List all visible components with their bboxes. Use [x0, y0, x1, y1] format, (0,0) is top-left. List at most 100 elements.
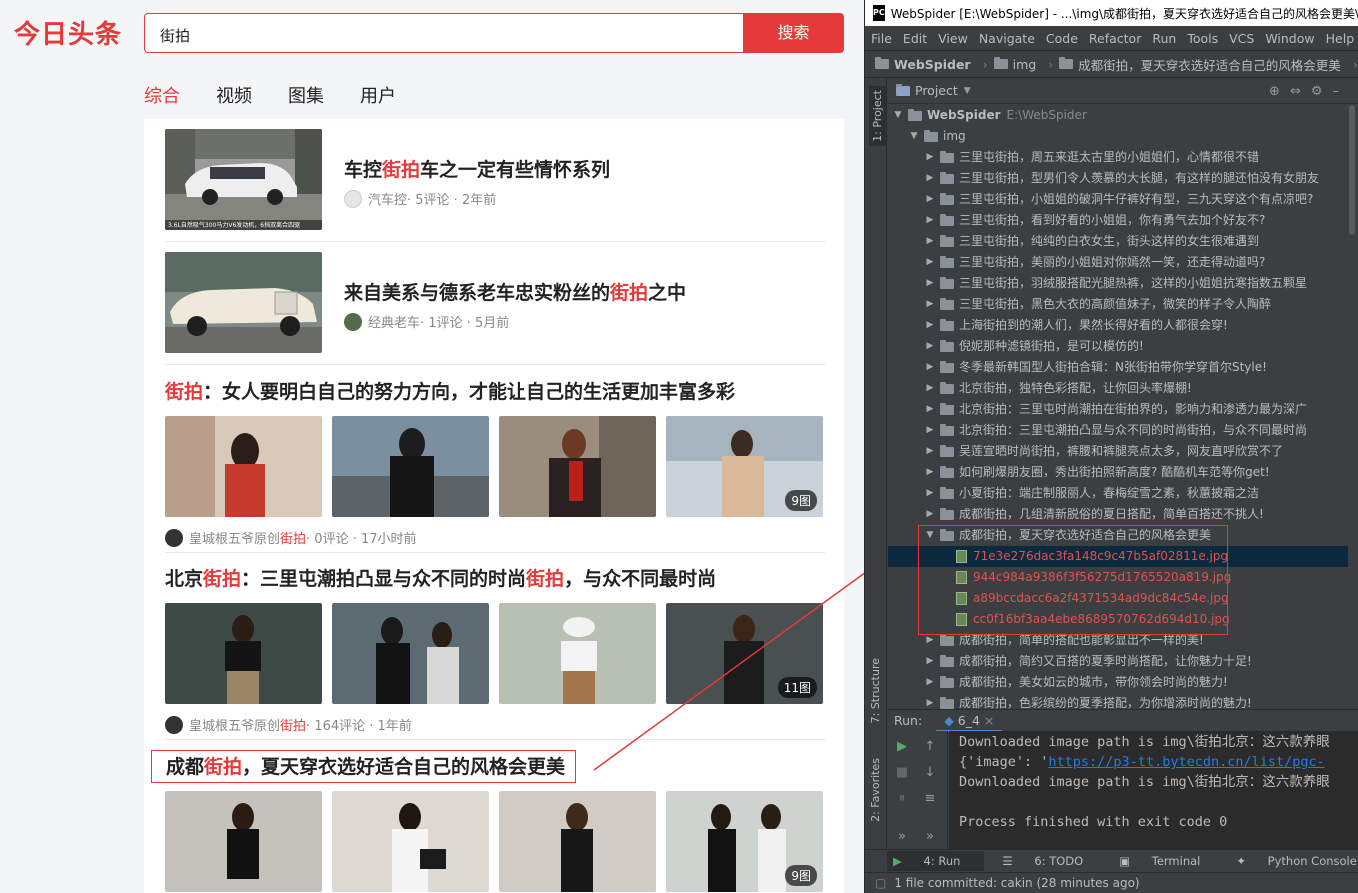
- expand-arrow-icon[interactable]: ▶: [924, 462, 936, 483]
- expand-arrow-icon[interactable]: ▶: [924, 294, 936, 315]
- avatar[interactable]: [344, 312, 362, 331]
- tab-run[interactable]: ▶ 4: Run: [887, 851, 985, 871]
- tree-folder[interactable]: ▶ 成都街拍，几组清新脱俗的夏日搭配，简单百搭还不挑人!: [888, 504, 1348, 525]
- author-name[interactable]: 经典老车: [368, 312, 420, 331]
- gallery-image[interactable]: [165, 791, 322, 892]
- tree-folder[interactable]: ▶ 三里屯街拍，小姐姐的破洞牛仔裤好有型，三九天穿这个有点凉吧?: [888, 189, 1348, 210]
- more-icon[interactable]: »: [922, 829, 938, 845]
- gallery-image[interactable]: [499, 603, 656, 704]
- expand-arrow-icon[interactable]: ▶: [924, 336, 936, 357]
- tree-folder[interactable]: ▶ 倪妮那种滤镜街拍，是可以模仿的!: [888, 336, 1348, 357]
- tree-folder[interactable]: ▶ 三里屯街拍，看到好看的小姐姐，你有勇气去加个好友不?: [888, 210, 1348, 231]
- expand-arrow-icon[interactable]: ▶: [924, 483, 936, 504]
- article-thumbnail[interactable]: [165, 252, 322, 353]
- tab-gallery[interactable]: 图集: [288, 82, 324, 108]
- tree-folder[interactable]: ▶ 三里屯街拍，羽绒服搭配光腿热裤，这样的小姐姐抗寒指数五颗星: [888, 273, 1348, 294]
- avatar[interactable]: [344, 189, 362, 208]
- run-config-tab[interactable]: ◆ 6_4 ×: [936, 710, 1003, 732]
- author-name[interactable]: 汽车控: [368, 189, 407, 208]
- rerun-icon[interactable]: ▶: [894, 739, 910, 755]
- tab-python-console[interactable]: ✦ Python Console: [1236, 854, 1358, 868]
- menu-navigate[interactable]: Navigate: [979, 31, 1035, 46]
- run-console[interactable]: Downloaded image path is img\街拍北京：这六款养眼 …: [949, 731, 1358, 849]
- tree-scrollbar[interactable]: [1349, 105, 1357, 709]
- tab-users[interactable]: 用户: [360, 82, 396, 108]
- expand-arrow-icon[interactable]: ▶: [924, 168, 936, 189]
- menu-edit[interactable]: Edit: [903, 31, 927, 46]
- gallery-image[interactable]: [165, 416, 322, 517]
- expand-arrow-icon[interactable]: ▶: [924, 693, 936, 709]
- tree-folder[interactable]: ▶ 北京街拍：三里屯时尚潮拍在街拍界的，影响力和渗透力最为深广: [888, 399, 1348, 420]
- menu-run[interactable]: Run: [1152, 31, 1176, 46]
- soft-wrap-icon[interactable]: ≡: [922, 791, 938, 807]
- menu-code[interactable]: Code: [1046, 31, 1078, 46]
- gallery-image[interactable]: [165, 603, 322, 704]
- project-view-selector[interactable]: Project: [915, 83, 958, 98]
- tree-root[interactable]: ▼ WebSpider E:\WebSpider: [888, 105, 1348, 126]
- gallery-title[interactable]: 街拍：女人要明白自己的努力方向，才能让自己的生活更加丰富多彩: [165, 377, 825, 404]
- tab-video[interactable]: 视频: [216, 82, 252, 108]
- breadcrumb-item[interactable]: WebSpider: [875, 57, 971, 72]
- panel-toolbar-icons[interactable]: ⊕⇔⚙–: [1269, 84, 1349, 99]
- article-title[interactable]: 车控街拍车之一定有些情怀系列: [344, 155, 610, 182]
- expand-arrow-icon[interactable]: ▶: [924, 357, 936, 378]
- expand-arrow-icon[interactable]: ▶: [924, 378, 936, 399]
- expand-arrow-icon[interactable]: ▶: [924, 651, 936, 672]
- avatar[interactable]: [165, 528, 183, 547]
- gallery-image[interactable]: 11图: [666, 603, 823, 704]
- menu-file[interactable]: File: [871, 31, 892, 46]
- tree-folder[interactable]: ▶ 三里屯街拍，型男们令人羡慕的大长腿，有这样的腿还怕没有女朋友: [888, 168, 1348, 189]
- expand-arrow-icon[interactable]: ▶: [924, 231, 936, 252]
- pause-icon[interactable]: ⏸: [894, 791, 910, 807]
- tree-folder-img[interactable]: ▼ img: [888, 126, 1348, 147]
- expand-arrow-icon[interactable]: ▼: [908, 126, 920, 147]
- menu-tools[interactable]: Tools: [1187, 31, 1218, 46]
- dropdown-icon[interactable]: ▼: [964, 86, 971, 96]
- menu-help[interactable]: Help: [1326, 31, 1355, 46]
- more-icon[interactable]: »: [894, 829, 910, 845]
- expand-arrow-icon[interactable]: ▶: [924, 252, 936, 273]
- tree-folder[interactable]: ▶ 成都街拍，色彩缤纷的夏季搭配，为你增添时尚的魅力!: [888, 693, 1348, 709]
- avatar[interactable]: [165, 715, 183, 734]
- site-logo[interactable]: 今日头条: [14, 14, 122, 51]
- tree-folder[interactable]: ▶ 三里屯街拍，周五来逛太古里的小姐姐们，心情都很不错: [888, 147, 1348, 168]
- expand-arrow-icon[interactable]: ▶: [924, 210, 936, 231]
- tree-folder[interactable]: ▶ 成都街拍，简约又百搭的夏季时尚搭配，让你魅力十足!: [888, 651, 1348, 672]
- gallery-image[interactable]: 9图: [666, 791, 823, 892]
- tree-folder[interactable]: ▶ 上海街拍到的潮人们，果然长得好看的人都很会穿!: [888, 315, 1348, 336]
- close-icon[interactable]: ×: [984, 713, 994, 728]
- expand-arrow-icon[interactable]: ▶: [924, 147, 936, 168]
- search-input[interactable]: 街拍: [144, 13, 744, 53]
- gallery-image[interactable]: [499, 791, 656, 892]
- gallery-item[interactable]: 北京街拍：三里屯潮拍凸显与众不同的时尚街拍，与众不同最时尚 11图 皇城根五爷原…: [165, 564, 825, 734]
- down-arrow-icon[interactable]: ↓: [922, 765, 938, 781]
- menu-vcs[interactable]: VCS: [1229, 31, 1254, 46]
- expand-arrow-icon[interactable]: ▶: [924, 399, 936, 420]
- menu-view[interactable]: View: [938, 31, 968, 46]
- project-tool-button[interactable]: 1: Project: [869, 86, 886, 146]
- tree-folder[interactable]: ▶ 北京街拍：三里屯潮拍凸显与众不同的时尚街拍，与众不同最时尚: [888, 420, 1348, 441]
- menu-window[interactable]: Window: [1265, 31, 1314, 46]
- tree-folder[interactable]: ▶ 三里屯街拍，纯纯的白衣女生，街头这样的女生很难遇到: [888, 231, 1348, 252]
- menu-refactor[interactable]: Refactor: [1089, 31, 1141, 46]
- favorites-tool-button[interactable]: 2: Favorites: [869, 758, 882, 822]
- console-link[interactable]: https://p3-tt.bytecdn.cn/list/pgc-: [1048, 754, 1324, 770]
- author-name[interactable]: 皇城根五爷原创: [189, 715, 280, 734]
- tree-folder[interactable]: ▶ 三里屯街拍，美丽的小姐姐对你嫣然一笑，还走得动道吗?: [888, 252, 1348, 273]
- gallery-title[interactable]: 成都街拍，夏天穿衣选好适合自己的风格会更美: [151, 750, 825, 783]
- breadcrumb-item[interactable]: 成都街拍，夏天穿衣选好适合自己的风格会更美: [1059, 55, 1341, 74]
- tree-folder[interactable]: ▶ 冬季最新韩国型人街拍合辑：N张街拍带你学穿首尔Style!: [888, 357, 1348, 378]
- article-title[interactable]: 来自美系与德系老车忠实粉丝的街拍之中: [344, 278, 686, 305]
- gallery-item[interactable]: 街拍：女人要明白自己的努力方向，才能让自己的生活更加丰富多彩 9图 皇城根五爷原…: [165, 377, 825, 547]
- structure-tool-button[interactable]: 7: Structure: [869, 658, 882, 723]
- expand-arrow-icon[interactable]: ▶: [924, 441, 936, 462]
- up-arrow-icon[interactable]: ↑: [922, 739, 938, 755]
- expand-arrow-icon[interactable]: ▶: [924, 189, 936, 210]
- tree-folder[interactable]: ▶ 成都街拍，美女如云的城市，带你领会时尚的魅力!: [888, 672, 1348, 693]
- gallery-image[interactable]: [332, 791, 489, 892]
- tree-folder[interactable]: ▶ 吴莲宣晒时尚街拍，裤腰和裤腿亮点太多，网友直呼欣赏不了: [888, 441, 1348, 462]
- gallery-title[interactable]: 北京街拍：三里屯潮拍凸显与众不同的时尚街拍，与众不同最时尚: [165, 564, 825, 591]
- gallery-image[interactable]: 9图: [666, 416, 823, 517]
- gallery-image[interactable]: [499, 416, 656, 517]
- tab-todo[interactable]: ☰ 6: TODO: [1002, 854, 1101, 868]
